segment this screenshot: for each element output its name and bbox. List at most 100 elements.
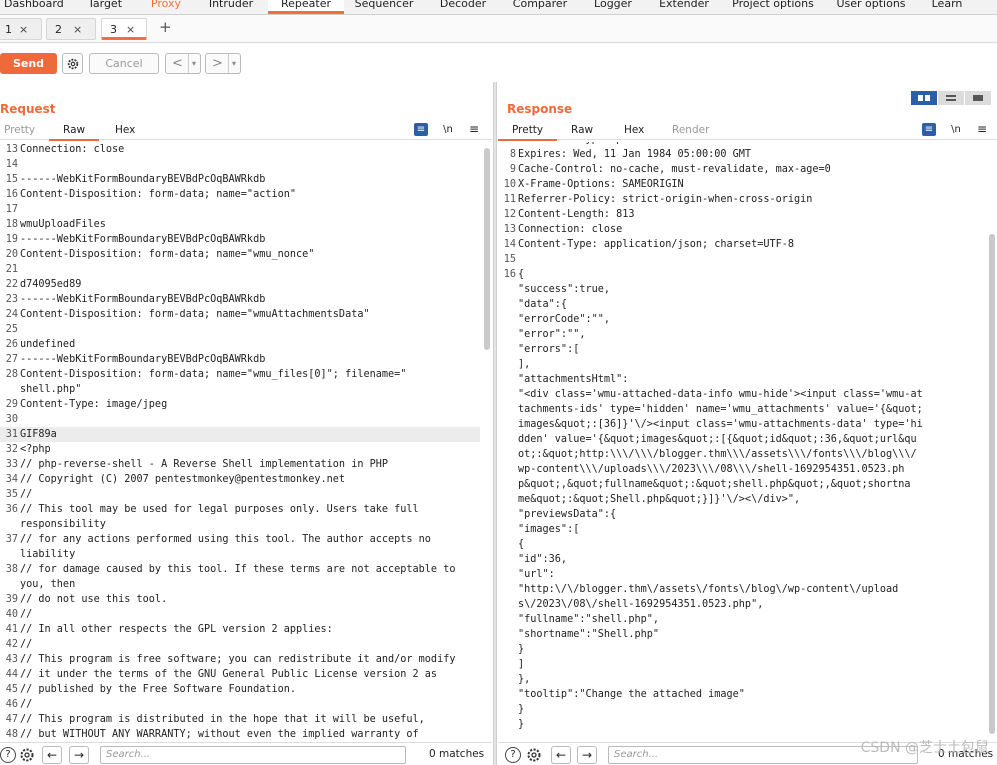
response-tab-raw[interactable]: Raw [571,124,593,136]
request-scrollbar[interactable] [484,148,490,350]
search-prev-button[interactable]: ← [551,746,571,764]
help-icon[interactable]: ? [505,747,521,763]
menu-icon[interactable]: ≡ [467,123,481,136]
request-tab-raw[interactable]: Raw [48,124,100,141]
code-line: "attachmentsHtml": [498,372,985,387]
line-number: 35 [5,489,18,500]
code-line: you, then [0,577,480,592]
tab-extender[interactable]: Extender [658,0,710,14]
chevron-left-icon: < [172,56,183,71]
code-line: 48// but WITHOUT ANY WARRANTY; without e… [0,727,480,742]
line-text: "error":"", [518,329,586,340]
line-text: // This tool may be used for legal purpo… [20,504,419,515]
tab-learn[interactable]: Learn [928,0,966,14]
code-line: 18 wmuUploadFiles [0,217,480,232]
response-tab-render[interactable]: Render [672,124,709,136]
line-number: 31 [5,429,18,440]
response-tab-pretty[interactable]: Pretty [497,124,558,141]
code-line: 31 GIF89a [0,427,480,442]
repeater-tab-2[interactable]: 2 × [46,18,96,40]
line-text: { [518,539,525,550]
repeater-tab-1[interactable]: 1 × [0,18,42,40]
tab-decoder[interactable]: Decoder [438,0,488,14]
code-line: 15 ------WebKitFormBoundaryBEVBdPcOqBAWRk… [0,172,480,187]
line-text: } [518,644,525,655]
search-prev-button[interactable]: ← [42,746,62,764]
new-tab-plus-icon[interactable]: + [159,18,172,36]
code-line: responsibility [0,517,480,532]
tab-intruder[interactable]: Intruder [206,0,256,14]
close-icon[interactable]: × [19,19,28,41]
chevron-down-icon[interactable]: ▾ [228,54,236,73]
tab-user-options[interactable]: User options [836,0,906,14]
code-line: 10 X-Frame-Options: SAMEORIGIN [498,177,985,192]
request-editor[interactable]: 13 Connection: close 14 15 ------WebKitFormB… [0,142,480,742]
forward-button[interactable]: > ▾ [205,53,241,74]
response-tab-hex[interactable]: Hex [624,124,644,136]
request-match-count: 0 matches [429,748,485,760]
tab-target[interactable]: Target [84,0,126,14]
request-tab-pretty[interactable]: Pretty [4,124,35,136]
layout-top-bottom-button[interactable] [938,91,964,105]
menu-icon[interactable]: ≡ [975,123,989,136]
line-text: responsibility [20,519,106,530]
line-text: // [20,489,33,500]
close-icon[interactable]: × [73,19,82,41]
settings-button[interactable] [526,747,542,765]
repeater-tab-label: 3 [110,23,117,36]
line-number: 19 [5,234,18,245]
wrap-lines-icon[interactable]: ≡ [922,123,936,136]
tab-sequencer[interactable]: Sequencer [354,0,414,14]
newline-toggle-icon[interactable]: \n [441,123,455,136]
help-icon[interactable]: ? [0,747,16,763]
tab-project-options[interactable]: Project options [732,0,814,14]
request-search-input[interactable]: Search... [100,746,406,764]
line-number: 21 [5,264,18,275]
repeater-tab-3[interactable]: 3 × [101,18,147,40]
cancel-button[interactable]: Cancel [89,53,159,74]
code-line: "shortname":"Shell.php" [498,627,985,642]
send-button[interactable]: Send [0,53,57,74]
single-pane-icon [973,95,983,101]
line-number: 14 [5,159,18,170]
rows-icon [946,95,956,101]
settings-button[interactable] [62,53,83,74]
search-next-button[interactable]: → [577,746,597,764]
watermark: CSDN @芝士土包鼠 [860,740,989,756]
arrow-left-icon: ← [46,748,58,762]
line-number: 36 [5,504,18,515]
request-tab-hex[interactable]: Hex [115,124,135,136]
code-line: 22 d74095ed89 [0,277,480,292]
search-next-button[interactable]: → [69,746,89,764]
line-text: // published by the Free Software Founda… [20,684,297,695]
close-icon[interactable]: × [126,19,135,41]
code-line: "errorCode":"", [498,312,985,327]
code-line: 30 [0,412,480,427]
newline-toggle-icon[interactable]: \n [949,123,963,136]
line-number: 33 [5,459,18,470]
request-panel: Request Pretty Raw Hex ≡ \n ≡ 13 Connecti… [0,82,492,765]
line-text: { [518,269,525,280]
response-scrollbar[interactable] [989,234,995,734]
settings-button[interactable] [19,747,35,765]
tab-comparer[interactable]: Comparer [512,0,568,14]
layout-tabs-button[interactable] [965,91,991,105]
line-text: // for damage caused by this tool. If th… [20,564,456,575]
chevron-down-icon[interactable]: ▾ [188,54,196,73]
line-text: wmuUploadFiles [20,219,106,230]
back-button[interactable]: < ▾ [165,53,201,74]
line-text: // [20,699,33,710]
line-number: 40 [5,609,18,620]
code-line: dden' value='{&quot;images&quot;:[{&quot… [498,432,985,447]
tab-repeater[interactable]: Repeater [268,0,344,14]
line-text: GIF89a [20,429,57,440]
response-editor[interactable]: 7X-Content-Type-Options: nosniff8Expires… [498,142,985,742]
line-text: Connection: close [518,224,623,235]
line-text: // [20,639,33,650]
panel-divider[interactable] [493,82,497,765]
wrap-lines-icon[interactable]: ≡ [414,123,428,136]
layout-side-by-side-button[interactable] [911,91,937,105]
tab-dashboard[interactable]: Dashboard [4,0,64,14]
tab-logger[interactable]: Logger [592,0,634,14]
tab-proxy[interactable]: Proxy [148,0,184,14]
